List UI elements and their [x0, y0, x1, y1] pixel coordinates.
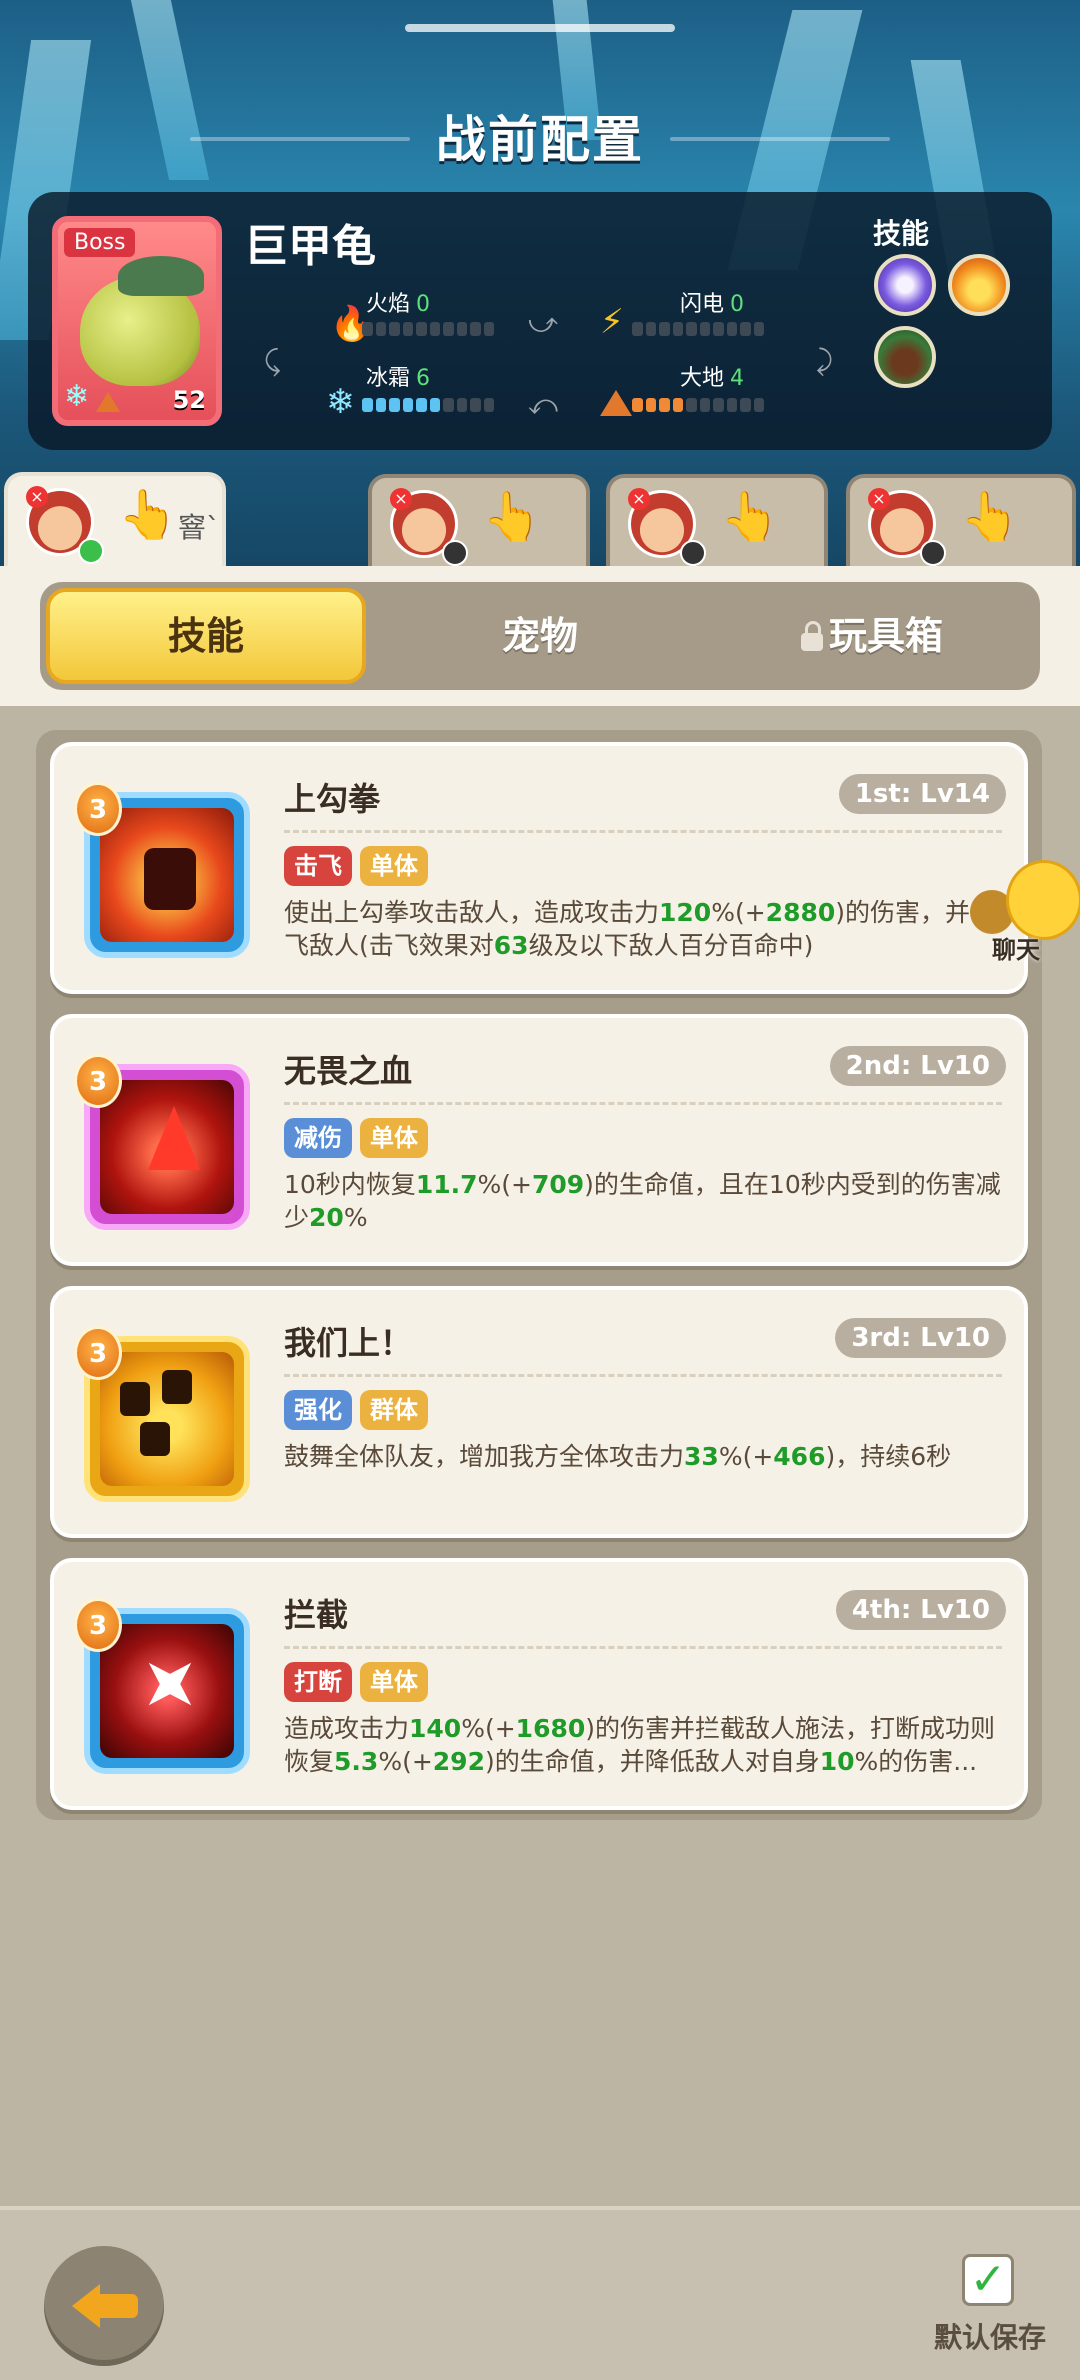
- lightning-bar: [632, 322, 764, 336]
- skill-description: 鼓舞全体队友，增加我方全体攻击力33%(+466)，持续6秒: [284, 1442, 952, 1471]
- chat-mascot-icon: [1006, 860, 1080, 940]
- tap-hand-icon: 👆: [118, 487, 178, 543]
- hero-status-badge: [680, 540, 706, 566]
- skill-cost-badge: 3: [74, 1598, 122, 1652]
- default-save-label: 默认保存: [934, 2321, 1047, 2354]
- chat-button[interactable]: 聊天: [970, 860, 1080, 964]
- skill-tag: 群体: [360, 1390, 428, 1430]
- category-tabs: 技能 宠物 玩具箱: [40, 582, 1040, 690]
- frost-label: 冰霜 6: [366, 366, 431, 391]
- default-save-checkbox[interactable]: ✓: [962, 2254, 1014, 2306]
- earth-label: 大地 4: [680, 366, 745, 391]
- skill-tag: 强化: [284, 1390, 352, 1430]
- hero-status-badge: [920, 540, 946, 566]
- cycle-arrow-icon: ⤸: [816, 344, 833, 377]
- earth-icon: [600, 390, 632, 416]
- skill-name: 拦截: [284, 1596, 349, 1634]
- crown-fire-icon[interactable]: [948, 254, 1010, 316]
- tab-skills[interactable]: 技能: [46, 588, 366, 684]
- hero-status-badge: [442, 540, 468, 566]
- boss-portrait[interactable]: Boss ❄ 52: [52, 216, 222, 426]
- boss-level: 52: [172, 386, 206, 414]
- rock-monster-icon[interactable]: [874, 326, 936, 388]
- bottom-bar: ✓ 默认保存: [0, 2206, 1080, 2380]
- skill-card-fearless-blood[interactable]: 3 无畏之血 2nd: Lv10 减伤 单体 10秒内恢复11.7%(+709)…: [50, 1014, 1028, 1266]
- skill-tag: 击飞: [284, 846, 352, 886]
- frost-icon: ❄: [64, 379, 90, 414]
- skill-name: 上勾拳: [284, 780, 381, 818]
- earth-icon: [96, 392, 120, 412]
- tab-pets[interactable]: 宠物: [380, 588, 700, 684]
- skill-card-lets-go[interactable]: 3 我们上！ 3rd: Lv10 强化 群体 鼓舞全体队友，增加我方全体攻击力3…: [50, 1286, 1028, 1538]
- back-arrow-icon: [72, 2284, 100, 2328]
- remove-hero-icon[interactable]: ×: [390, 488, 412, 510]
- skill-level: 1st: Lv14: [838, 774, 1006, 814]
- skill-name: 无畏之血: [284, 1052, 413, 1090]
- skill-list: 3 上勾拳 1st: Lv14 击飞 单体 使出上勾拳攻击敌人，造成攻击力120…: [36, 730, 1042, 1820]
- skill-tag: 单体: [360, 1662, 428, 1702]
- skill-card-intercept[interactable]: 3 拦截 4th: Lv10 打断 单体 造成攻击力140%(+1680)的伤害…: [50, 1558, 1028, 1810]
- boss-info-panel: Boss ❄ 52 巨甲龟 🔥 火焰 0 ⚡ 闪电 0 ❄ 冰霜 6 大地 4 …: [28, 192, 1052, 450]
- skill-description: 10秒内恢复11.7%(+709)的生命值，且在10秒内受到的伤害减少20%: [284, 1170, 1001, 1232]
- skill-level: 4th: Lv10: [835, 1590, 1006, 1630]
- tap-hand-icon: 👆: [720, 489, 780, 545]
- tap-hand-icon: 👆: [960, 489, 1020, 545]
- skill-card-uppercut[interactable]: 3 上勾拳 1st: Lv14 击飞 单体 使出上勾拳攻击敌人，造成攻击力120…: [50, 742, 1028, 994]
- skill-tag: 单体: [360, 1118, 428, 1158]
- skill-cost-badge: 3: [74, 782, 122, 836]
- cycle-arrow-icon: ⤺: [528, 388, 558, 421]
- lightning-icon: ⚡: [600, 302, 624, 342]
- frost-bar: [362, 398, 494, 412]
- fire-label: 火焰 0: [366, 292, 431, 317]
- cycle-arrow-icon: ⤹: [264, 344, 281, 377]
- remove-hero-icon[interactable]: ×: [868, 488, 890, 510]
- earth-bar: [632, 398, 764, 412]
- hero-tab-3[interactable]: × 👆: [606, 474, 828, 570]
- frost-icon: ❄: [326, 382, 355, 422]
- skill-tag: 单体: [360, 846, 428, 886]
- boss-skills-label: 技能: [873, 217, 930, 250]
- skill-tag: 减伤: [284, 1118, 352, 1158]
- home-indicator: [405, 24, 675, 32]
- skill-level: 3rd: Lv10: [835, 1318, 1006, 1358]
- remove-hero-icon[interactable]: ×: [628, 488, 650, 510]
- hero-tab-2[interactable]: × 👆: [368, 474, 590, 570]
- skill-description: 造成攻击力140%(+1680)的伤害并拦截敌人施法，打断成功则恢复5.3%(+…: [284, 1714, 996, 1776]
- skill-cost-badge: 3: [74, 1054, 122, 1108]
- hero-tab-hint: 窨`: [178, 511, 221, 544]
- hero-tab-1[interactable]: × 👆 窨`: [4, 472, 226, 576]
- skill-name: 我们上！: [284, 1324, 413, 1362]
- page-title: 战前配置: [436, 111, 644, 169]
- remove-hero-icon[interactable]: ×: [26, 486, 48, 508]
- hero-tab-4[interactable]: × 👆: [846, 474, 1076, 570]
- cycle-arrow-icon: ⤻: [528, 306, 558, 339]
- skill-level: 2nd: Lv10: [829, 1046, 1006, 1086]
- skill-cost-badge: 3: [74, 1326, 122, 1380]
- fire-bar: [362, 322, 494, 336]
- chat-label: 聊天: [992, 936, 1040, 964]
- lightning-label: 闪电 0: [680, 292, 745, 317]
- boss-name: 巨甲龟: [244, 221, 376, 272]
- hero-status-badge: [78, 538, 104, 564]
- back-button[interactable]: [44, 2246, 164, 2366]
- lock-icon: [800, 621, 823, 651]
- skill-description: 使出上勾拳攻击敌人，造成攻击力120%(+2880)的伤害，并击飞敌人(击飞效果…: [284, 898, 996, 960]
- skill-tag: 打断: [284, 1662, 352, 1702]
- boss-tag: Boss: [64, 228, 136, 257]
- vortex-icon[interactable]: [874, 254, 936, 316]
- tap-hand-icon: 👆: [482, 489, 542, 545]
- tab-toybox[interactable]: 玩具箱: [712, 588, 1032, 684]
